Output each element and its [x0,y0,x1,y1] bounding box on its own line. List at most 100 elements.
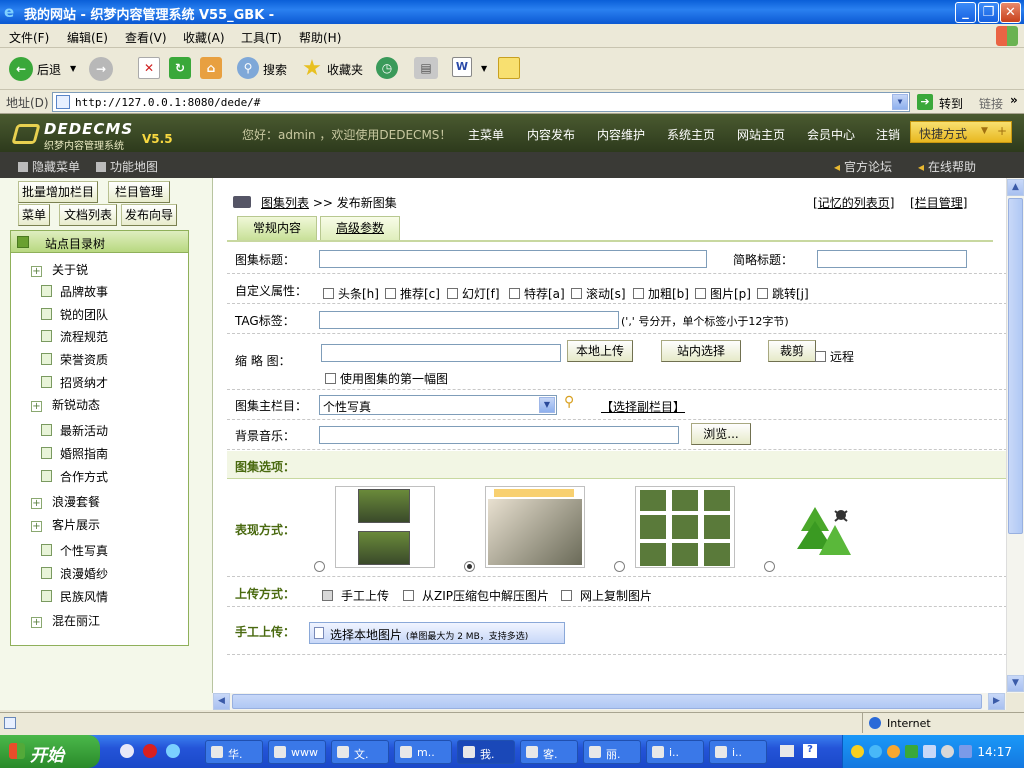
print-icon[interactable]: ▤ [414,57,438,79]
remote-option[interactable]: 远程 [815,348,854,365]
expand-plus-icon[interactable]: + [31,401,42,412]
edit-word-icon[interactable]: W [452,57,472,77]
menu-tools[interactable]: 工具(T) [241,29,282,46]
expand-plus-icon[interactable]: + [31,617,42,628]
upload-zip-option[interactable]: 从ZIP压缩包中解压图片 [403,587,549,604]
tree-item[interactable]: 最新活动 [41,422,108,439]
tree-folder[interactable]: + 关于锐 [31,261,88,278]
column-manage-button[interactable]: 栏目管理 [108,181,170,203]
tab-advanced-params[interactable]: 高级参数 [320,216,400,240]
close-button[interactable]: ✕ [1000,2,1021,23]
scroll-left-icon[interactable]: ◀ [213,693,230,710]
tree-item[interactable]: 流程规范 [41,328,108,345]
menu-button[interactable]: 菜单 [18,204,50,226]
scroll-down-icon[interactable]: ▼ [1007,675,1024,692]
quicklaunch-desktop-icon[interactable] [120,744,134,758]
tree-folder[interactable]: + 客片展示 [31,516,100,533]
history-icon[interactable]: ◷ [376,57,398,79]
music-input[interactable] [319,426,679,444]
nav-member-center[interactable]: 会员中心 [807,126,855,143]
favorites-star-icon[interactable]: ★ [300,57,324,81]
upload-manual-option[interactable]: 手工上传 [322,587,389,604]
task-button-3[interactable]: 文. [331,740,389,764]
local-upload-button[interactable]: 本地上传 [567,340,633,362]
edit-dropdown-icon[interactable]: ▼ [481,64,487,73]
expand-plus-icon[interactable]: + [31,266,42,277]
nav-site-home[interactable]: 网站主页 [737,126,785,143]
col-select[interactable]: 个性写真 ▼ [319,395,557,415]
tree-item[interactable]: 合作方式 [41,468,108,485]
refresh-icon[interactable]: ↻ [169,57,191,79]
go-button[interactable]: 转到 [939,95,963,112]
style-thumb-single[interactable] [485,486,585,568]
task-button-7[interactable]: 丽. [583,740,641,764]
minimize-button[interactable]: _ [955,2,976,23]
attr-jump-checkbox[interactable] [757,288,768,299]
messenger-note-icon[interactable] [498,57,520,79]
links-chevron-icon[interactable]: » [1010,93,1018,107]
task-button-8[interactable]: i.. [646,740,704,764]
stop-icon[interactable]: ✕ [138,57,160,79]
upload-zip-checkbox[interactable] [403,590,414,601]
publish-guide-button[interactable]: 发布向导 [121,204,177,226]
quicklaunch-ie-icon[interactable] [166,744,180,758]
tray-smile-icon[interactable] [887,745,900,758]
task-button-9[interactable]: i.. [709,740,767,764]
tray-app-icon[interactable] [869,745,882,758]
start-button[interactable]: 开始 [0,735,100,768]
nav-system-home[interactable]: 系统主页 [667,126,715,143]
quick-add-icon[interactable]: + [997,124,1007,138]
tray-volume-icon[interactable] [941,745,954,758]
crop-button[interactable]: 裁剪 [768,340,816,362]
tray-shield-icon[interactable] [959,745,972,758]
sub-column-link[interactable]: 【选择副栏目】 [601,398,685,415]
keyboard-icon[interactable] [780,745,794,757]
nav-logout[interactable]: 注销 [876,126,900,143]
remembered-list-text[interactable]: 记忆的列表页 [818,196,890,210]
use-first-image-option[interactable]: 使用图集的第一幅图 [325,370,448,387]
go-arrow-icon[interactable]: ➔ [917,94,933,110]
attr-image-checkbox[interactable] [695,288,706,299]
site-select-button[interactable]: 站内选择 [661,340,741,362]
col-select-dropdown-icon[interactable]: ▼ [539,397,555,413]
window-title-bar[interactable]: e 我的网站 - 织梦内容管理系统 V55_GBK - _ ❐ ✕ [0,0,1024,24]
tree-folder[interactable]: + 新锐动态 [31,396,100,413]
nav-content-maintain[interactable]: 内容维护 [597,126,645,143]
quicklaunch-opera-icon[interactable] [143,744,157,758]
task-button-4[interactable]: m.. [394,740,452,764]
tree-item[interactable]: 个性写真 [41,542,108,559]
back-arrow-icon[interactable]: ← [9,57,33,81]
expand-plus-icon[interactable]: + [31,521,42,532]
tab-normal-content[interactable]: 常规内容 [237,216,317,240]
favorites-button[interactable]: 收藏夹 [327,61,363,78]
attr-headline[interactable]: 头条[h] [323,285,379,302]
column-manage-text[interactable]: 栏目管理 [915,196,963,210]
forum-link[interactable]: ◂ 官方论坛 [834,158,892,175]
scroll-up-icon[interactable]: ▲ [1007,179,1024,196]
func-map-button[interactable]: 功能地图 [96,158,158,175]
attr-bold[interactable]: 加粗[b] [633,285,689,302]
online-help-link[interactable]: ◂ 在线帮助 [918,158,976,175]
tree-item[interactable]: 浪漫婚纱 [41,565,108,582]
attr-jump[interactable]: 跳转[j] [757,285,809,302]
horizontal-scrollbar[interactable]: ◀ ▶ [212,693,1006,710]
attr-recommend-checkbox[interactable] [385,288,396,299]
task-button-6[interactable]: 客. [520,740,578,764]
style-radio-grid[interactable] [614,561,625,572]
nav-main-menu[interactable]: 主菜单 [468,126,504,143]
back-dropdown-icon[interactable]: ▼ [70,64,76,73]
crumb-atlas-list-link[interactable]: 图集列表 [261,196,309,210]
address-dropdown-icon[interactable]: ▼ [892,94,908,110]
attr-bold-checkbox[interactable] [633,288,644,299]
task-button-2[interactable]: www [268,740,326,764]
task-button-5[interactable]: 我. [457,740,515,764]
search-icon[interactable]: ⚲ [237,57,259,79]
use-first-image-checkbox[interactable] [325,373,336,384]
links-button[interactable]: 链接 [979,95,1003,112]
nav-content-publish[interactable]: 内容发布 [527,126,575,143]
col-search-icon[interactable]: ⚲ [564,394,574,410]
attr-image[interactable]: 图片[p] [695,285,751,302]
style-radio-custom[interactable] [764,561,775,572]
column-manage-link[interactable]: [栏目管理] [910,194,967,211]
help-question-icon[interactable]: ? [803,744,817,758]
